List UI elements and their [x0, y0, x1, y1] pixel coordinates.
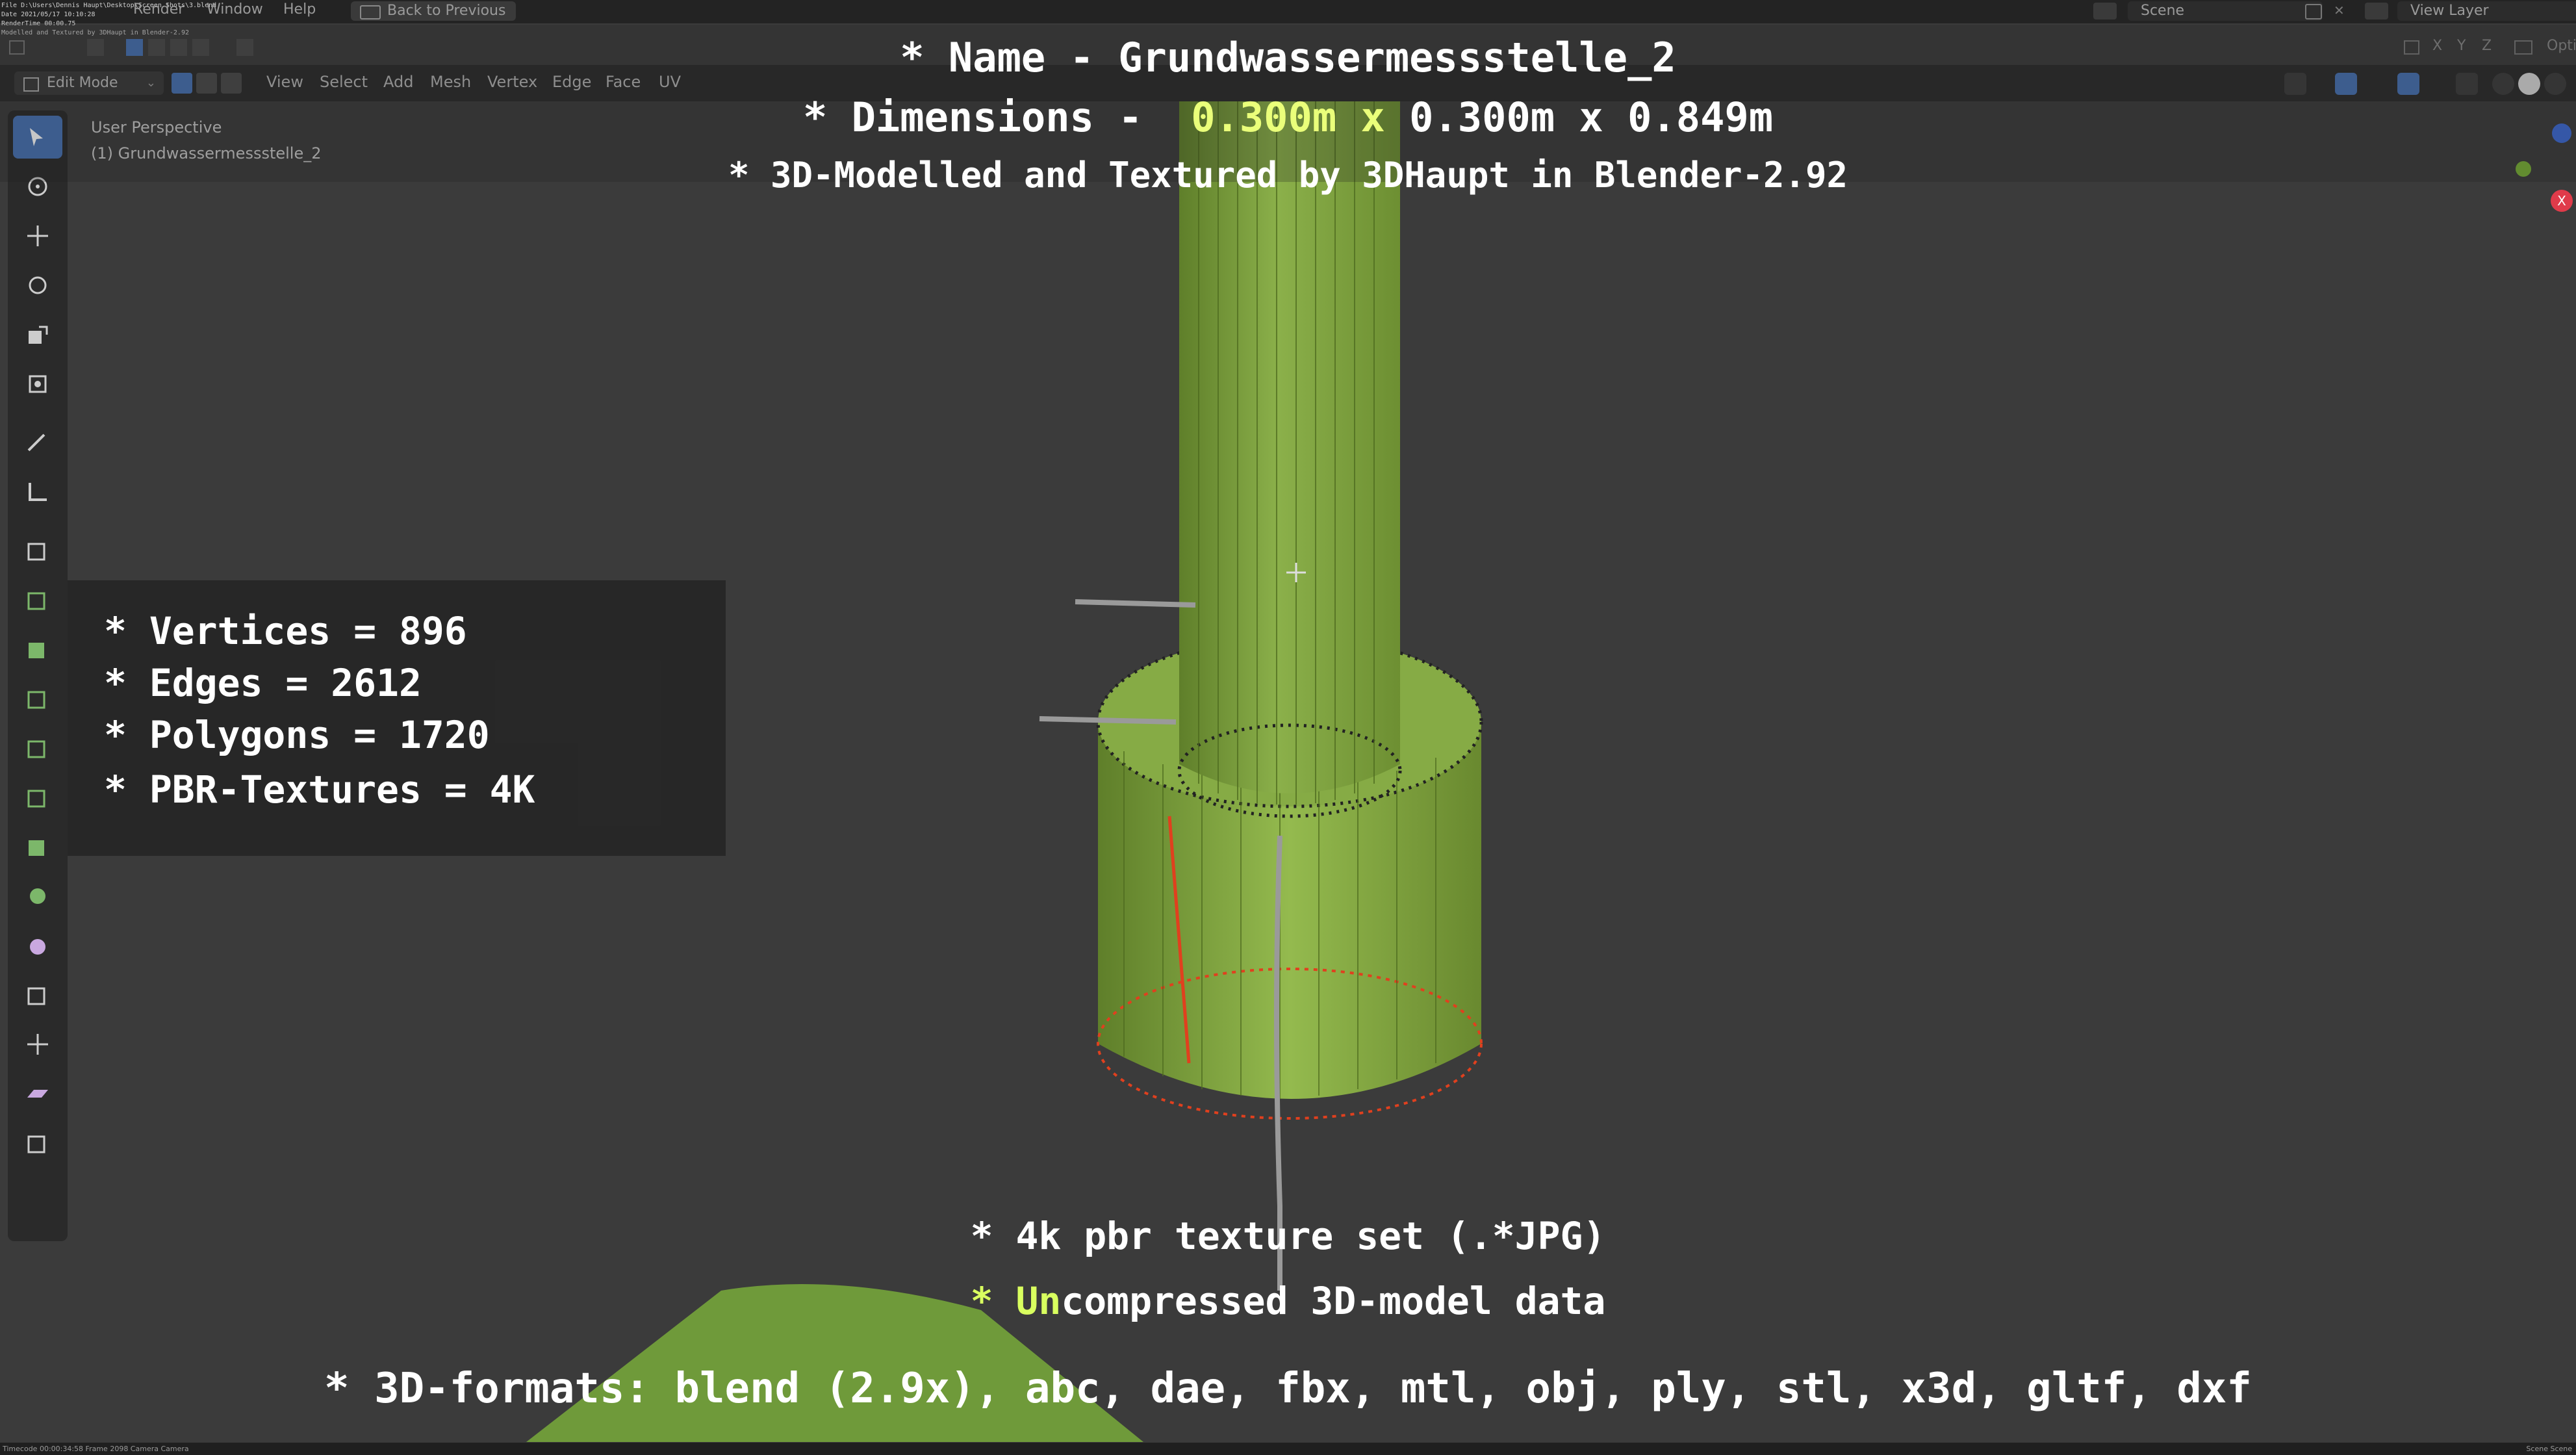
rip-region-icon[interactable] — [13, 1122, 62, 1165]
move-icon[interactable] — [13, 214, 62, 257]
shrink-fatten-icon[interactable] — [13, 1023, 62, 1066]
menu-render[interactable]: Render — [133, 1, 184, 18]
model-name: * Name - Grundwassermessstelle_2 — [900, 34, 1676, 81]
spin-icon[interactable] — [13, 875, 62, 918]
stamp-line: Date 2021/05/17 10:10:28 — [1, 11, 96, 18]
textures-stat: * PBR-Textures = 4K — [104, 767, 535, 812]
poly-build-icon[interactable] — [13, 825, 62, 868]
edges-stat: * Edges = 2612 — [104, 661, 422, 705]
tool-shelf — [8, 110, 68, 1241]
view-layer-browse-icon[interactable] — [2365, 3, 2388, 19]
texture-set-line: * 4k pbr texture set (.*JPG) — [970, 1214, 1606, 1258]
credits-line: * 3D-Modelled and Textured by 3DHaupt in… — [728, 155, 1848, 196]
scene-label: Scene — [2141, 3, 2185, 19]
shear-icon[interactable] — [13, 1072, 62, 1115]
stamp-line: File D:\Users\Dennis Haupt\Desktop\Scree… — [1, 2, 217, 9]
edge-slide-icon[interactable] — [13, 973, 62, 1016]
model-dimensions: * Dimensions - 0.300m x 0.300m x 0.849m — [0, 94, 2576, 141]
knife-icon[interactable] — [13, 776, 62, 819]
remove-scene-icon[interactable]: ✕ — [2334, 3, 2345, 18]
annotate-icon[interactable] — [13, 421, 62, 464]
uncompressed-line: * Uncompressed 3D-model data — [0, 1279, 2576, 1323]
polygons-stat: * Polygons = 1720 — [104, 713, 490, 757]
pipe-cylinder[interactable] — [1177, 101, 1402, 818]
back-to-previous-label: Back to Previous — [387, 3, 506, 19]
dimensions-highlight: 0.300m x — [1191, 94, 1385, 141]
new-scene-icon[interactable] — [2305, 4, 2322, 19]
top-bar: File D:\Users\Dennis Haupt\Desktop\Scree… — [0, 0, 2576, 36]
smooth-icon[interactable] — [13, 924, 62, 967]
inset-faces-icon[interactable] — [13, 628, 62, 671]
transform-icon[interactable] — [13, 363, 62, 406]
add-cube-icon[interactable] — [13, 529, 62, 572]
bevel-icon[interactable] — [13, 677, 62, 720]
status-left: Timecode 00:00:34:58 Frame 2098 Camera C… — [3, 1445, 189, 1453]
dimensions-prefix: * Dimensions - — [802, 94, 1192, 141]
scene-selector[interactable]: Scene — [2128, 1, 2323, 21]
vertices-stat: * Vertices = 896 — [104, 609, 467, 653]
mesh-stats-panel: * Vertices = 896 * Edges = 2612 * Polygo… — [68, 580, 726, 856]
scale-icon[interactable] — [13, 313, 62, 356]
menu-window[interactable]: Window — [207, 1, 263, 18]
back-to-previous-button[interactable]: Back to Previous — [351, 1, 516, 21]
status-bar: Timecode 00:00:34:58 Frame 2098 Camera C… — [0, 1443, 2576, 1455]
extrude-region-icon[interactable] — [13, 578, 62, 621]
screen-icon — [360, 5, 381, 19]
rotate-icon[interactable] — [13, 264, 62, 307]
uncompressed-highlight: * Un — [970, 1279, 1062, 1323]
status-right: Scene Scene — [2526, 1445, 2572, 1453]
view-layer-selector[interactable]: View Layer — [2397, 1, 2576, 21]
loop-cut-icon[interactable] — [13, 727, 62, 769]
title-overlay: * Name - Grundwassermessstelle_2 * Dimen… — [0, 25, 2576, 196]
menu-help[interactable]: Help — [283, 1, 316, 18]
measure-icon[interactable] — [13, 470, 62, 513]
scene-browse-icon[interactable] — [2093, 3, 2117, 19]
view-layer-label: View Layer — [2410, 3, 2489, 19]
uncompressed-rest: compressed 3D-model data — [1061, 1279, 1606, 1323]
dimensions-suffix: 0.300m x 0.849m — [1384, 94, 1774, 141]
formats-line: * 3D-formats: blend (2.9x), abc, dae, fb… — [324, 1365, 2252, 1413]
